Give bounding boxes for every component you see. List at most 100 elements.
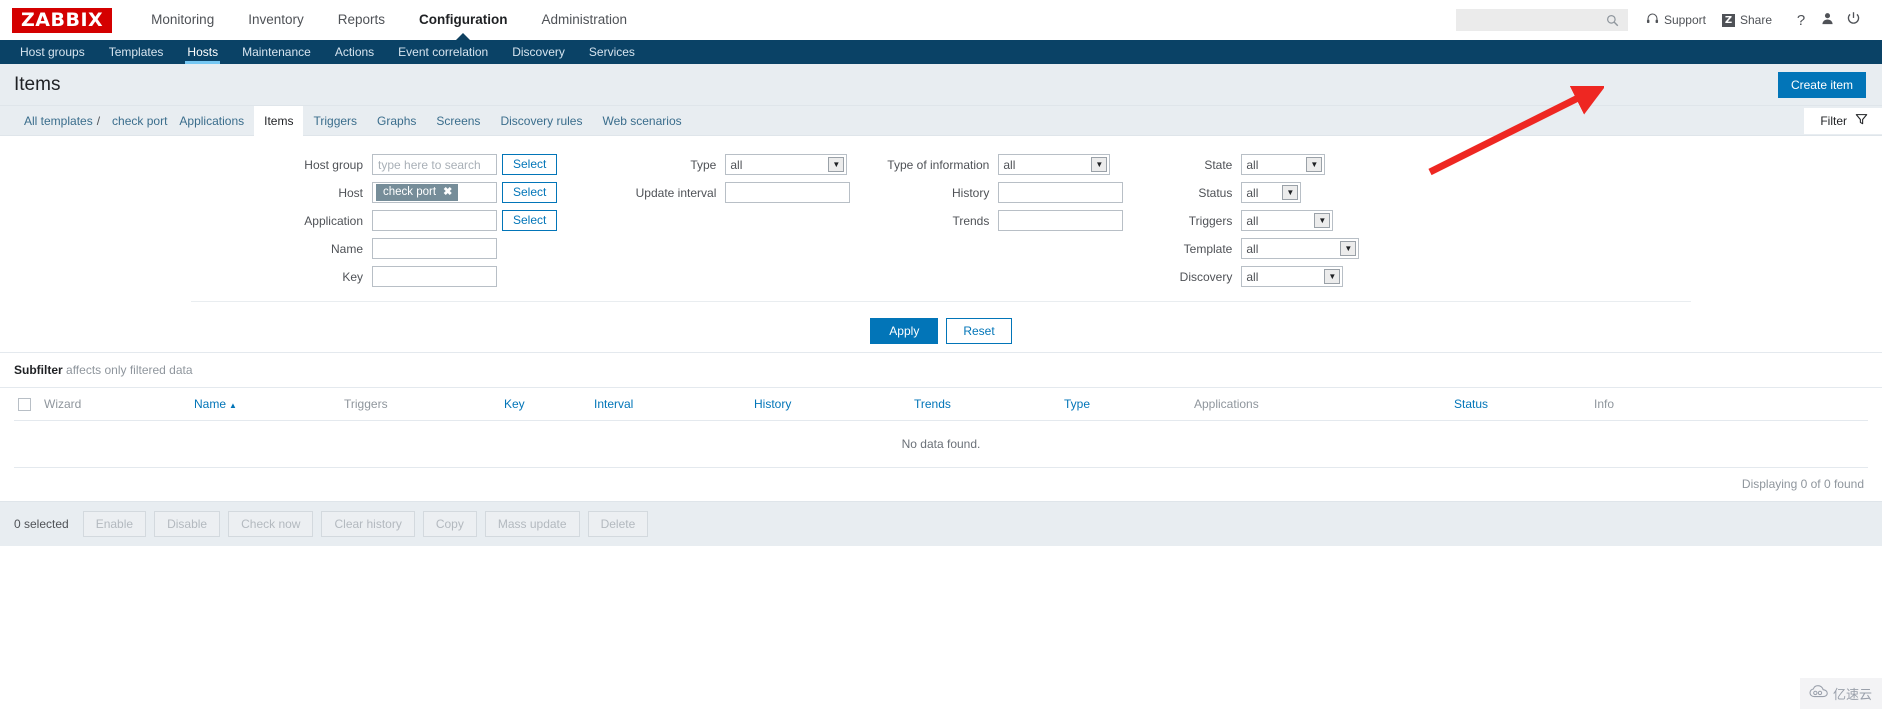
subnav-item-templates[interactable]: Templates <box>97 40 176 64</box>
state-select-wrap: all ▼ <box>1241 154 1326 175</box>
field-history: History <box>880 182 1124 203</box>
subnav-item-maintenance[interactable]: Maintenance <box>230 40 323 64</box>
search-input[interactable] <box>1455 10 1602 30</box>
filter-toggle[interactable]: Filter <box>1804 107 1882 134</box>
column-interval[interactable]: Interval <box>590 388 750 422</box>
state-select[interactable]: all <box>1241 154 1326 175</box>
table-header-row: Wizard Name ▲ Triggers Key Interval Histo… <box>14 388 1868 422</box>
tab-items[interactable]: Items <box>254 105 304 136</box>
type-of-information-select-wrap: all ▼ <box>998 154 1111 175</box>
zabbix-logo[interactable]: ZABBIX <box>12 7 113 33</box>
enable-button[interactable]: Enable <box>82 511 147 538</box>
column-trends[interactable]: Trends <box>910 388 1060 422</box>
column-key-link[interactable]: Key <box>504 397 525 411</box>
application-select-button[interactable]: Select <box>502 210 558 231</box>
bulk-actions-bar: 0 selected Enable Disable Check now Clea… <box>0 501 1882 547</box>
sign-out-button[interactable] <box>1840 7 1866 33</box>
column-wizard: Wizard <box>40 388 190 422</box>
column-status[interactable]: Status <box>1450 388 1590 422</box>
status-select[interactable]: all <box>1241 182 1302 203</box>
column-type[interactable]: Type <box>1060 388 1190 422</box>
nav-item-administration[interactable]: Administration <box>525 0 645 40</box>
headset-icon <box>1646 12 1659 28</box>
label-key: Key <box>342 269 363 284</box>
copy-button[interactable]: Copy <box>422 511 477 538</box>
tab-discovery-rules[interactable]: Discovery rules <box>490 106 592 136</box>
field-trends: Trends <box>880 210 1124 231</box>
nav-item-reports[interactable]: Reports <box>321 0 402 40</box>
discovery-select[interactable]: all <box>1241 266 1344 287</box>
host-select-button[interactable]: Select <box>502 182 558 203</box>
label-history: History <box>952 185 990 200</box>
trends-input[interactable] <box>998 210 1124 231</box>
apply-button[interactable]: Apply <box>870 318 939 344</box>
breadcrumb-separator: / <box>96 113 101 128</box>
column-history[interactable]: History <box>750 388 910 422</box>
column-name-link[interactable]: Name <box>194 397 226 411</box>
application-input[interactable] <box>372 210 497 231</box>
sort-asc-icon: ▲ <box>229 401 237 411</box>
reset-button[interactable]: Reset <box>946 318 1012 344</box>
column-history-link[interactable]: History <box>754 397 791 411</box>
share-link[interactable]: Z Share <box>1721 13 1772 27</box>
template-select[interactable]: all <box>1241 238 1360 259</box>
create-item-button[interactable]: Create item <box>1777 71 1866 98</box>
column-trends-link[interactable]: Trends <box>914 397 951 411</box>
tab-web-scenarios[interactable]: Web scenarios <box>592 106 691 136</box>
field-type-of-information: Type of information all ▼ <box>880 154 1123 175</box>
tab-graphs[interactable]: Graphs <box>367 106 426 136</box>
subnav-item-services[interactable]: Services <box>577 40 647 64</box>
delete-button[interactable]: Delete <box>587 511 649 538</box>
column-type-link[interactable]: Type <box>1064 397 1090 411</box>
field-host: Host check port ✖ Select <box>300 182 558 203</box>
nav-item-monitoring[interactable]: Monitoring <box>134 0 231 40</box>
tab-applications[interactable]: Applications <box>169 106 254 136</box>
close-icon[interactable]: ✖ <box>443 184 452 201</box>
help-button[interactable]: ? <box>1788 7 1814 33</box>
host-group-select-button[interactable]: Select <box>502 154 558 175</box>
displaying-count: Displaying 0 of 0 found <box>1741 477 1864 492</box>
label-triggers: Triggers <box>1188 213 1233 228</box>
subnav-item-actions[interactable]: Actions <box>323 40 386 64</box>
user-profile-button[interactable] <box>1814 7 1840 33</box>
breadcrumb-check-port[interactable]: check port <box>102 106 169 136</box>
column-interval-link[interactable]: Interval <box>594 397 633 411</box>
host-chip[interactable]: check port ✖ <box>376 184 459 201</box>
global-search[interactable] <box>1455 9 1628 31</box>
update-interval-input[interactable] <box>725 182 851 203</box>
clear-history-button[interactable]: Clear history <box>321 511 415 538</box>
main-navigation: Monitoring Inventory Reports Configurati… <box>134 0 644 40</box>
column-status-link[interactable]: Status <box>1454 397 1488 411</box>
check-now-button[interactable]: Check now <box>228 511 314 538</box>
nav-item-inventory[interactable]: Inventory <box>231 0 321 40</box>
subnav-item-host-groups[interactable]: Host groups <box>8 40 97 64</box>
subnav-item-discovery[interactable]: Discovery <box>500 40 577 64</box>
support-link[interactable]: Support <box>1646 12 1706 28</box>
triggers-select[interactable]: all <box>1241 210 1334 231</box>
key-input[interactable] <box>372 266 497 287</box>
column-key[interactable]: Key <box>500 388 590 422</box>
name-input[interactable] <box>372 238 497 259</box>
type-of-information-select[interactable]: all <box>998 154 1111 175</box>
select-all-checkbox[interactable] <box>18 398 31 412</box>
power-icon <box>1846 11 1861 29</box>
host-group-input[interactable] <box>372 154 497 175</box>
column-name[interactable]: Name ▲ <box>190 388 340 422</box>
tab-triggers[interactable]: Triggers <box>303 106 367 136</box>
field-state: State all ▼ <box>1169 154 1359 175</box>
breadcrumb-all-templates[interactable]: All templates <box>14 106 95 136</box>
column-info: Info <box>1590 388 1868 422</box>
label-status: Status <box>1198 185 1233 200</box>
nav-item-configuration[interactable]: Configuration <box>402 0 524 40</box>
filter-label: Filter <box>1820 113 1847 128</box>
disable-button[interactable]: Disable <box>154 511 221 538</box>
top-header: ZABBIX Monitoring Inventory Reports Conf… <box>0 0 1882 40</box>
type-select[interactable]: all <box>725 154 848 175</box>
label-type-of-information: Type of information <box>887 157 990 172</box>
tab-screens[interactable]: Screens <box>426 106 490 136</box>
mass-update-button[interactable]: Mass update <box>484 511 580 538</box>
subnav-item-event-correlation[interactable]: Event correlation <box>386 40 500 64</box>
subnav-item-hosts[interactable]: Hosts <box>175 40 230 64</box>
history-input[interactable] <box>998 182 1124 203</box>
host-multiselect[interactable]: check port ✖ <box>372 182 497 203</box>
